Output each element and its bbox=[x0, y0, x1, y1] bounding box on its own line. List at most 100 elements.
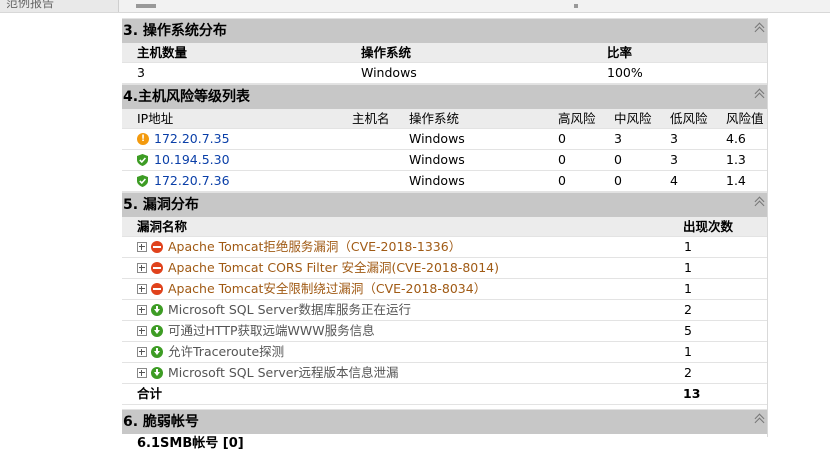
column-header-vuln-name: 漏洞名称 bbox=[137, 219, 188, 234]
vuln-name-cell: Apache Tomcat拒绝服务漏洞（CVE-2018-1336） bbox=[137, 237, 461, 257]
host-count-value: 3 bbox=[137, 65, 145, 80]
host-ip-link[interactable]: 10.194.5.30 bbox=[154, 152, 230, 167]
high-risk-icon bbox=[151, 282, 163, 295]
medium-risk-value: 0 bbox=[614, 152, 622, 167]
high-risk-icon bbox=[151, 261, 163, 274]
medium-risk-value: 3 bbox=[614, 131, 622, 146]
list-item: Apache Tomcat CORS Filter 安全漏洞(CVE-2018-… bbox=[122, 258, 767, 279]
table-row: 172.20.7.36 Windows 0 0 4 1.4 bbox=[122, 171, 767, 192]
table-row: 3 Windows 100% bbox=[122, 63, 767, 84]
section-title: 6. 脆弱帐号 bbox=[123, 414, 199, 430]
vuln-link[interactable]: Microsoft SQL Server远程版本信息泄漏 bbox=[168, 365, 399, 380]
vuln-name-cell: Apache Tomcat安全限制绕过漏洞（CVE-2018-8034） bbox=[137, 279, 486, 299]
high-risk-value: 0 bbox=[558, 152, 566, 167]
host-ip-link[interactable]: 172.20.7.36 bbox=[154, 173, 230, 188]
high-risk-value: 0 bbox=[558, 131, 566, 146]
vuln-link[interactable]: 可通过HTTP获取远端WWW服务信息 bbox=[168, 323, 375, 338]
section-title: 5. 漏洞分布 bbox=[123, 197, 199, 213]
low-risk-icon bbox=[151, 345, 163, 358]
expand-icon[interactable] bbox=[137, 325, 147, 336]
total-value: 13 bbox=[683, 386, 701, 401]
section-title: 3. 操作系统分布 bbox=[123, 23, 227, 39]
section-header-vulnerability-distribution[interactable]: 5. 漏洞分布 bbox=[122, 192, 767, 217]
os-value: Windows bbox=[409, 131, 465, 146]
shield-check-icon bbox=[137, 153, 148, 166]
section-title: 4.主机风险等级列表 bbox=[123, 89, 251, 105]
column-header-os: 操作系统 bbox=[361, 45, 412, 60]
table-header-row: 主机数量 操作系统 比率 bbox=[122, 43, 767, 63]
column-header-os: 操作系统 bbox=[409, 111, 460, 126]
occurrence-count: 1 bbox=[684, 239, 692, 254]
high-risk-value: 0 bbox=[558, 173, 566, 188]
host-ip-cell: 10.194.5.30 bbox=[137, 150, 230, 170]
medium-risk-value: 0 bbox=[614, 173, 622, 188]
low-risk-value: 4 bbox=[670, 173, 678, 188]
low-risk-value: 3 bbox=[670, 131, 678, 146]
collapse-icon[interactable] bbox=[754, 22, 765, 37]
section-header-weak-accounts[interactable]: 6. 脆弱帐号 bbox=[122, 409, 767, 434]
table-header-row: IP地址 主机名 操作系统 高风险 中风险 低风险 风险值 bbox=[122, 109, 767, 129]
collapse-icon[interactable] bbox=[754, 196, 765, 211]
column-header-ratio: 比率 bbox=[607, 45, 633, 60]
vuln-link[interactable]: Apache Tomcat CORS Filter 安全漏洞(CVE-2018-… bbox=[168, 260, 499, 275]
collapse-icon[interactable] bbox=[754, 88, 765, 103]
page-right-border bbox=[767, 18, 768, 437]
column-header-risk-score: 风险值 bbox=[726, 111, 764, 126]
shield-check-icon bbox=[137, 174, 148, 187]
browser-tab-title: 范例报告 bbox=[6, 0, 55, 10]
column-header-host-count: 主机数量 bbox=[137, 45, 188, 60]
expand-icon[interactable] bbox=[137, 262, 147, 273]
section-header-os-distribution[interactable]: 3. 操作系统分布 bbox=[122, 18, 767, 43]
vuln-link[interactable]: Apache Tomcat拒绝服务漏洞（CVE-2018-1336） bbox=[168, 239, 461, 254]
os-value: Windows bbox=[409, 173, 465, 188]
vuln-name-cell: Microsoft SQL Server远程版本信息泄漏 bbox=[137, 363, 399, 383]
expand-icon[interactable] bbox=[137, 346, 147, 357]
high-risk-icon bbox=[151, 240, 163, 253]
os-value: Windows bbox=[409, 152, 465, 167]
list-item: Microsoft SQL Server数据库服务正在运行 2 bbox=[122, 300, 767, 321]
column-header-hostname: 主机名 bbox=[352, 111, 390, 126]
risk-score-value: 1.3 bbox=[726, 152, 746, 167]
vuln-link[interactable]: 允许Traceroute探测 bbox=[168, 344, 284, 359]
browser-tab-bar: 范例报告 bbox=[0, 0, 830, 13]
warning-icon: ! bbox=[137, 132, 149, 145]
list-item: 允许Traceroute探测 1 bbox=[122, 342, 767, 363]
low-risk-icon bbox=[151, 366, 163, 379]
occurrence-count: 5 bbox=[684, 323, 692, 338]
vuln-name-cell: Apache Tomcat CORS Filter 安全漏洞(CVE-2018-… bbox=[137, 258, 499, 278]
occurrence-count: 1 bbox=[684, 344, 692, 359]
column-header-medium-risk: 中风险 bbox=[614, 111, 652, 126]
expand-icon[interactable] bbox=[137, 304, 147, 315]
vuln-link[interactable]: Apache Tomcat安全限制绕过漏洞（CVE-2018-8034） bbox=[168, 281, 486, 296]
expand-icon[interactable] bbox=[137, 283, 147, 294]
column-header-low-risk: 低风险 bbox=[670, 111, 708, 126]
vuln-name-cell: 允许Traceroute探测 bbox=[137, 342, 284, 362]
vuln-link[interactable]: Microsoft SQL Server数据库服务正在运行 bbox=[168, 302, 411, 317]
collapse-icon[interactable] bbox=[754, 413, 765, 428]
report-body: 3. 操作系统分布 主机数量 操作系统 比率 3 Windows 100% 4.… bbox=[122, 18, 767, 452]
occurrence-count: 1 bbox=[684, 281, 692, 296]
previous-content-clip bbox=[122, 0, 767, 10]
occurrence-count: 2 bbox=[684, 365, 692, 380]
table-row: ! 172.20.7.35 Windows 0 3 3 4.6 bbox=[122, 129, 767, 150]
expand-icon[interactable] bbox=[137, 367, 147, 378]
list-item: 可通过HTTP获取远端WWW服务信息 5 bbox=[122, 321, 767, 342]
total-label: 合计 bbox=[137, 386, 163, 401]
low-risk-icon bbox=[151, 303, 163, 316]
occurrence-count: 2 bbox=[684, 302, 692, 317]
low-risk-icon bbox=[151, 324, 163, 337]
list-item: Apache Tomcat拒绝服务漏洞（CVE-2018-1336） 1 bbox=[122, 237, 767, 258]
host-ip-cell: 172.20.7.36 bbox=[137, 171, 230, 191]
list-item: Apache Tomcat安全限制绕过漏洞（CVE-2018-8034） 1 bbox=[122, 279, 767, 300]
browser-tab[interactable]: 范例报告 bbox=[0, 0, 119, 12]
vuln-name-cell: 可通过HTTP获取远端WWW服务信息 bbox=[137, 321, 375, 341]
host-ip-link[interactable]: 172.20.7.35 bbox=[154, 131, 230, 146]
ratio-value: 100% bbox=[607, 65, 643, 80]
expand-icon[interactable] bbox=[137, 241, 147, 252]
occurrence-count: 1 bbox=[684, 260, 692, 275]
section-header-host-risk[interactable]: 4.主机风险等级列表 bbox=[122, 84, 767, 109]
column-header-high-risk: 高风险 bbox=[558, 111, 596, 126]
table-row: 10.194.5.30 Windows 0 0 3 1.3 bbox=[122, 150, 767, 171]
column-header-ip: IP地址 bbox=[137, 111, 174, 126]
column-header-occurrences: 出现次数 bbox=[683, 219, 734, 234]
